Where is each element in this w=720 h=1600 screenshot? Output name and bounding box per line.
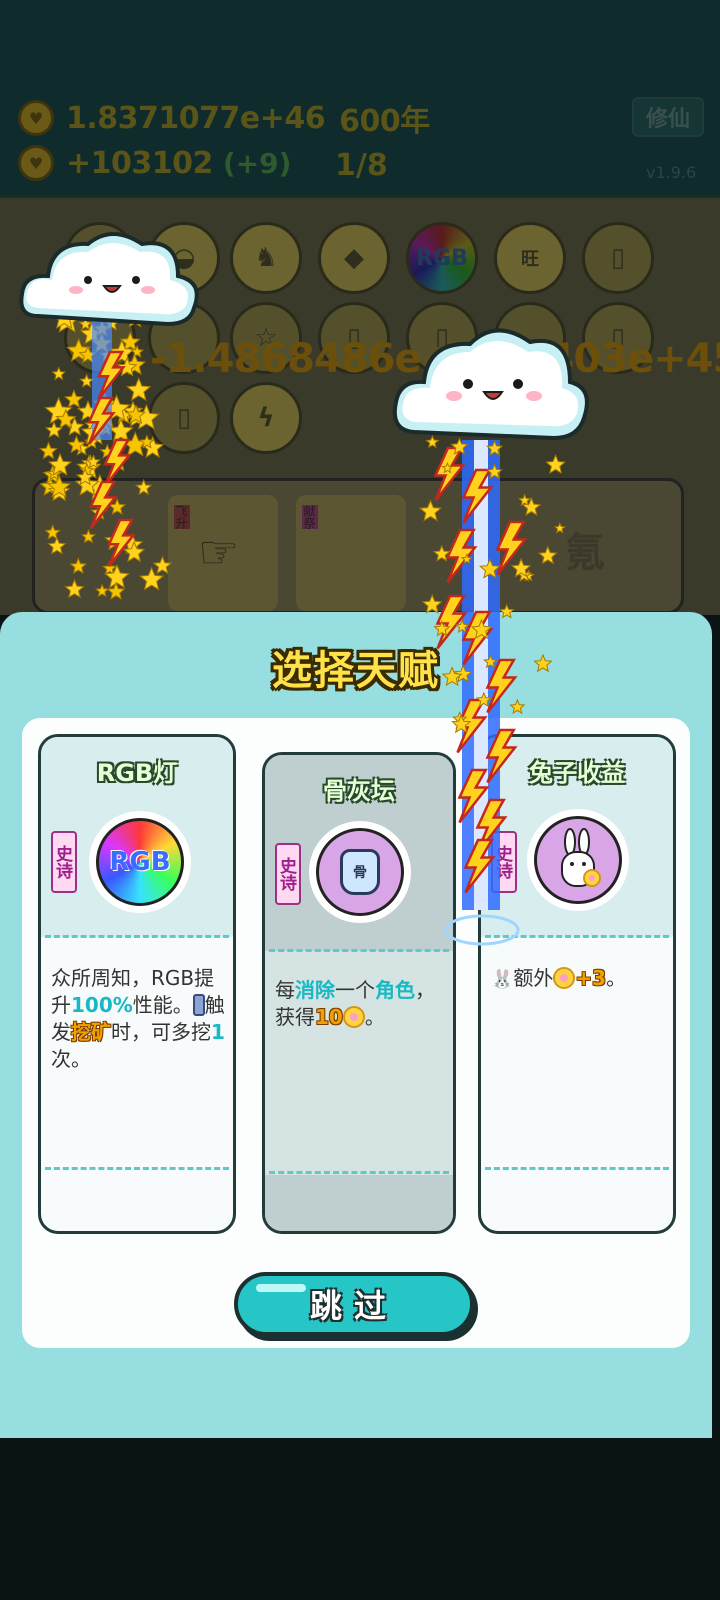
- lightning-impact-ring: [444, 914, 520, 946]
- sparkle-star: [533, 653, 553, 673]
- sparkle-star: [553, 522, 566, 534]
- weather-effects: [19, 232, 589, 946]
- cloud-left: [19, 232, 199, 327]
- sparkle-star: [498, 603, 515, 619]
- sparkle-star: [537, 545, 558, 565]
- sparkle-star: [425, 434, 440, 449]
- lightning-bolt-icon: [89, 480, 118, 529]
- lightning-bolt-icon: [433, 446, 466, 502]
- sparkle-star: [509, 698, 526, 715]
- sparkle-star: [421, 593, 443, 614]
- lightning-bolt-icon: [103, 438, 132, 487]
- sparkle-star: [418, 499, 443, 522]
- sparkle-star: [441, 666, 463, 687]
- lightning-bolt-icon: [107, 518, 136, 567]
- cloud-right: [392, 328, 589, 441]
- sparkle-star: [518, 493, 532, 507]
- sparkle-star: [545, 454, 567, 475]
